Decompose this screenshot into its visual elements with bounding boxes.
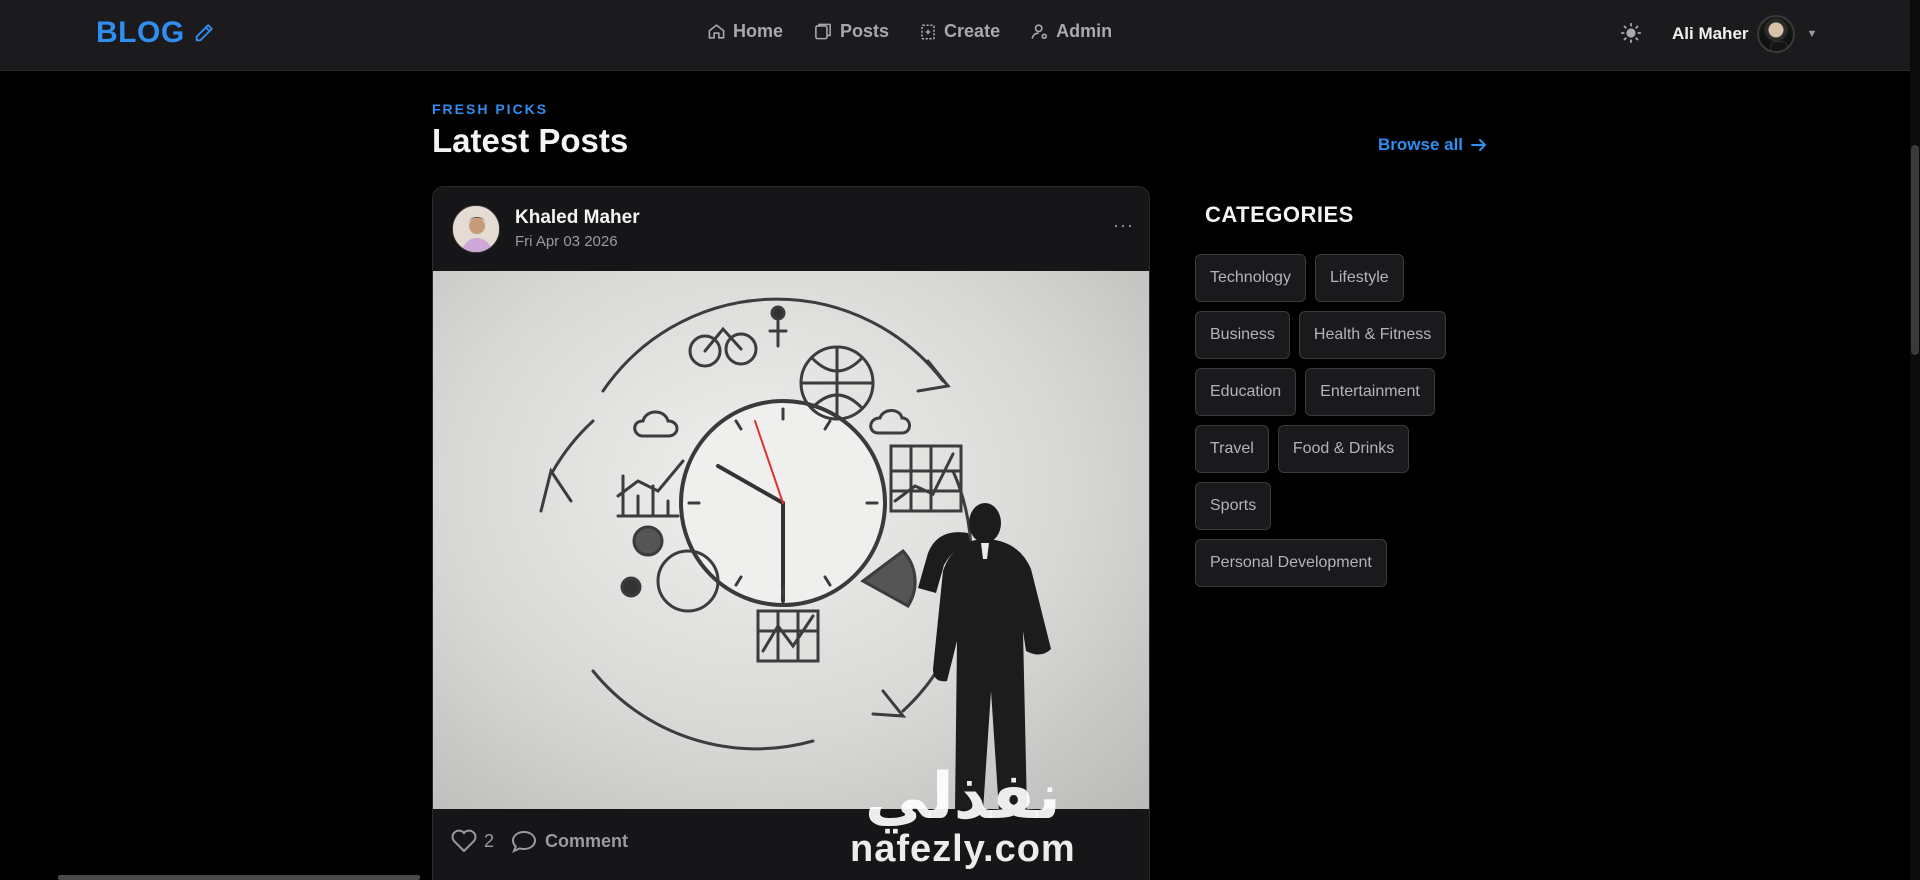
pencil-icon	[193, 22, 215, 44]
top-navbar: BLOG Home Posts Create Admin Ali Maher ▼	[0, 0, 1910, 71]
nav-home-label: Home	[733, 21, 784, 41]
category-travel[interactable]: Travel	[1195, 425, 1269, 473]
nav-create-label: Create	[944, 21, 1001, 41]
post-footer: 2 Comment	[433, 809, 1149, 880]
section-kicker: FRESH PICKS	[432, 101, 549, 117]
nav-admin-label: Admin	[1056, 21, 1113, 41]
nav-create[interactable]: Create	[919, 21, 1000, 42]
category-row: Personal Development	[1195, 539, 1495, 587]
post-image[interactable]	[433, 271, 1149, 809]
category-entertainment[interactable]: Entertainment	[1305, 368, 1435, 416]
category-row: Technology Lifestyle	[1195, 254, 1495, 302]
admin-icon	[1031, 24, 1048, 40]
browse-all-link[interactable]: Browse all	[1378, 135, 1487, 155]
user-menu[interactable]: Ali Maher ▼	[1672, 15, 1817, 53]
home-icon	[708, 24, 725, 39]
post-header: Khaled Maher Fri Apr 03 2026 ···	[433, 187, 1149, 271]
page-title: Latest Posts	[432, 122, 629, 159]
category-personal-development[interactable]: Personal Development	[1195, 539, 1387, 587]
vertical-scrollbar[interactable]	[1910, 0, 1920, 880]
posts-icon	[815, 23, 831, 40]
browse-all-label: Browse all	[1378, 135, 1464, 154]
theme-toggle[interactable]	[1620, 22, 1642, 49]
post-date: Fri Apr 03 2026	[515, 233, 618, 250]
nav-posts[interactable]: Posts	[813, 21, 889, 42]
category-lifestyle[interactable]: Lifestyle	[1314, 254, 1404, 302]
brand-logo[interactable]: BLOG	[96, 16, 215, 50]
user-name: Ali Maher	[1672, 24, 1749, 43]
comment-icon	[511, 830, 537, 853]
author-avatar[interactable]	[452, 205, 500, 253]
category-food-drinks[interactable]: Food & Drinks	[1277, 425, 1410, 473]
category-education[interactable]: Education	[1195, 368, 1297, 416]
category-row: Education Entertainment	[1195, 368, 1495, 416]
category-row: Travel Food & Drinks	[1195, 425, 1495, 473]
chevron-down-icon: ▼	[1806, 28, 1818, 40]
category-health-fitness[interactable]: Health & Fitness	[1298, 311, 1447, 359]
category-sports[interactable]: Sports	[1195, 482, 1272, 530]
post-card: Khaled Maher Fri Apr 03 2026 ··· 2 Comme…	[432, 186, 1150, 880]
sun-icon	[1620, 22, 1642, 44]
category-business[interactable]: Business	[1195, 311, 1290, 359]
like-button[interactable]: 2	[451, 829, 494, 853]
heart-icon	[451, 829, 477, 853]
categories-list: Technology Lifestyle Business Health & F…	[1195, 254, 1495, 596]
more-options-icon[interactable]: ···	[1113, 215, 1134, 236]
categories-title: CATEGORIES	[1205, 202, 1354, 227]
nav-posts-label: Posts	[840, 21, 890, 41]
nav-home[interactable]: Home	[707, 21, 783, 42]
category-row: Sports	[1195, 482, 1495, 530]
arrow-right-icon	[1471, 139, 1487, 151]
author-name[interactable]: Khaled Maher	[515, 207, 640, 229]
scrollbar-thumb[interactable]	[1911, 145, 1919, 355]
create-icon	[921, 24, 935, 39]
horizontal-scrollbar[interactable]	[58, 875, 420, 880]
category-row: Business Health & Fitness	[1195, 311, 1495, 359]
like-count: 2	[484, 830, 495, 851]
comment-label: Comment	[545, 830, 629, 851]
comment-button[interactable]: Comment	[511, 829, 628, 853]
category-technology[interactable]: Technology	[1195, 254, 1306, 302]
brand-text[interactable]: BLOG	[96, 16, 185, 50]
main-nav: Home Posts Create Admin	[707, 21, 1112, 42]
nav-admin[interactable]: Admin	[1030, 21, 1112, 42]
user-avatar[interactable]	[1756, 15, 1795, 53]
